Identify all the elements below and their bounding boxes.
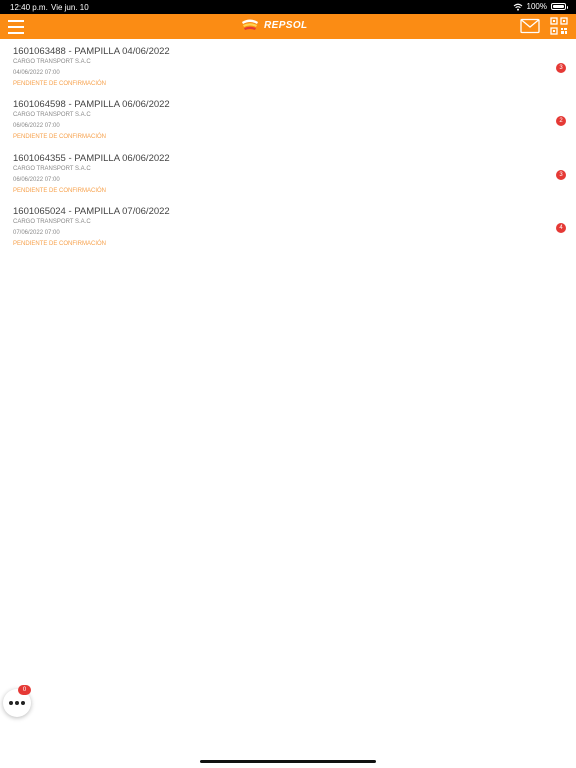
order-status: PENDIENTE DE CONFIRMACIÓN [13,81,107,87]
status-time: 12:40 p.m. [10,3,48,12]
battery-percent: 100% [526,2,547,11]
order-list: 1601063488 - PAMPILLA 04/06/2022 CARGO T… [0,39,576,252]
home-indicator[interactable] [200,760,376,763]
messages-button[interactable] [520,18,540,34]
order-status: PENDIENTE DE CONFIRMACIÓN [13,240,107,247]
order-list-item[interactable]: 1601065024 - PAMPILLA 07/06/2022 CARGO T… [0,199,576,252]
order-datetime: 06/06/2022 07:00 [13,176,60,183]
status-bar: 12:40 p.m. Vie jun. 10 100% [0,0,576,14]
order-list-item[interactable]: 1601063488 - PAMPILLA 04/06/2022 CARGO T… [0,39,576,92]
order-status: PENDIENTE DE CONFIRMACIÓN [13,187,107,194]
notification-badge: 0 [18,685,31,695]
order-list-item[interactable]: 1601064355 - PAMPILLA 06/06/2022 CARGO T… [0,146,576,199]
order-title: 1601063488 - PAMPILLA 04/06/2022 [13,46,170,57]
order-title: 1601064355 - PAMPILLA 06/06/2022 [13,152,170,164]
hamburger-menu-icon [8,20,24,22]
order-company: CARGO TRANSPORT S.A.C [13,165,91,172]
order-title: 1601065024 - PAMPILLA 07/06/2022 [13,205,170,217]
order-title: 1601064598 - PAMPILLA 06/06/2022 [13,99,170,111]
brand-name: REPSOL [264,19,308,31]
wifi-icon [513,3,522,11]
envelope-icon [520,18,540,34]
repsol-logo-icon [242,19,258,30]
order-count-badge: 3 [556,63,566,73]
menu-button[interactable] [8,17,26,35]
order-count-badge: 3 [556,169,566,180]
order-count-badge: 4 [556,222,566,233]
battery-icon [551,3,568,10]
order-datetime: 07/06/2022 07:00 [13,229,60,236]
order-count-badge: 2 [556,116,566,127]
order-company: CARGO TRANSPORT S.A.C [13,112,91,119]
order-status: PENDIENTE DE CONFIRMACIÓN [13,134,107,141]
qr-scan-button[interactable] [550,17,568,35]
more-dots-icon [9,701,25,705]
qr-code-icon [550,17,568,35]
status-date: Vie jun. 10 [51,3,89,12]
order-company: CARGO TRANSPORT S.A.C [13,59,91,65]
order-company: CARGO TRANSPORT S.A.C [13,218,91,225]
order-list-item[interactable]: 1601064598 - PAMPILLA 06/06/2022 CARGO T… [0,92,576,145]
status-indicators: 100% [513,2,568,11]
app-header: REPSOL [0,14,576,39]
order-datetime: 06/06/2022 07:00 [13,123,60,130]
order-datetime: 04/06/2022 07:00 [13,70,60,76]
repsol-logo: REPSOL [241,18,308,32]
